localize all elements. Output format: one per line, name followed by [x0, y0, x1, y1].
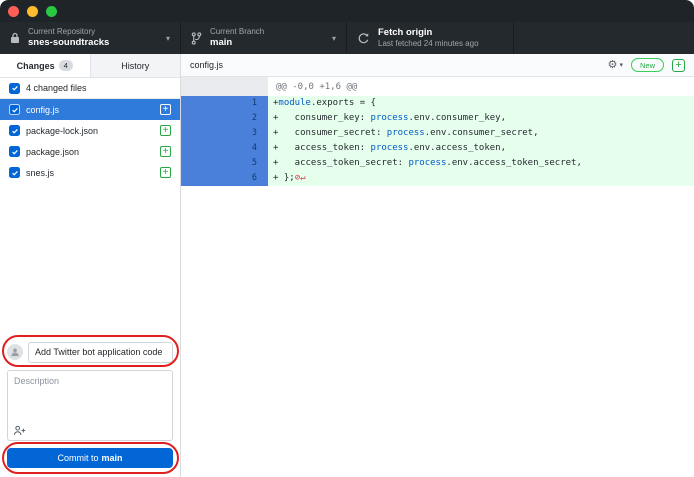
current-branch-dropdown[interactable]: Current Branch main ▾ — [181, 22, 347, 54]
chevron-down-icon: ▾ — [166, 34, 170, 43]
changes-count-badge: 4 — [59, 60, 73, 71]
hunk-header-row: @@ -0,0 +1,6 @@ — [181, 77, 694, 96]
select-all-files-checkbox[interactable] — [9, 83, 20, 94]
commit-summary-row — [7, 341, 173, 363]
file-row-package-json[interactable]: package.json + — [0, 141, 180, 162]
no-newline-icon: ⊘↵ — [295, 173, 306, 183]
titlebar — [0, 0, 694, 22]
zoom-window-button[interactable] — [46, 6, 57, 17]
repository-name: snes-soundtracks — [28, 37, 109, 49]
diff-panel: config.js ⚙ ▾ New + @@ -0,0 +1,6 @@ 1 +m… — [181, 54, 694, 477]
diff-line-6[interactable]: 6 + };⊘↵ — [181, 171, 694, 186]
diff-file-title: config.js — [190, 60, 223, 70]
changed-files-header: 4 changed files — [0, 78, 180, 99]
diff-line-4[interactable]: 4 + access_token: process.env.access_tok… — [181, 141, 694, 156]
line-code: + access_token: process.env.access_token… — [268, 141, 694, 156]
add-coauthor-icon[interactable] — [13, 423, 26, 440]
tab-changes[interactable]: Changes 4 — [0, 54, 90, 77]
added-file-status-icon: + — [160, 146, 171, 157]
repository-label: Current Repository — [28, 27, 109, 37]
commit-description-input[interactable] — [8, 371, 172, 424]
changes-sidebar: Changes 4 History 4 changed files config… — [0, 54, 181, 477]
diff-header: config.js ⚙ ▾ New + — [181, 54, 694, 77]
github-desktop-window: Current Repository snes-soundtracks ▾ Cu… — [0, 0, 694, 477]
branch-label: Current Branch — [210, 27, 264, 37]
lock-icon — [10, 32, 20, 44]
diff-line-5[interactable]: 5 + access_token_secret: process.env.acc… — [181, 156, 694, 171]
line-code: + access_token_secret: process.env.acces… — [268, 156, 694, 171]
tab-changes-label: Changes — [17, 61, 55, 71]
line-number[interactable]: 3 — [181, 126, 268, 141]
diff-line-2[interactable]: 2 + consumer_key: process.env.consumer_k… — [181, 111, 694, 126]
tab-history[interactable]: History — [90, 54, 181, 77]
git-branch-icon — [191, 32, 202, 45]
fetch-title: Fetch origin — [378, 27, 479, 39]
added-file-status-icon: + — [160, 167, 171, 178]
line-number[interactable]: 5 — [181, 156, 268, 171]
commit-summary-input[interactable] — [28, 342, 173, 363]
file-name: package.json — [26, 147, 154, 157]
chevron-down-icon: ▾ — [332, 34, 336, 43]
file-list-empty-space — [0, 183, 180, 337]
diff-line-3[interactable]: 3 + consumer_secret: process.env.consume… — [181, 126, 694, 141]
minimize-window-button[interactable] — [27, 6, 38, 17]
chevron-down-icon: ▾ — [619, 62, 623, 69]
line-number[interactable]: 4 — [181, 141, 268, 156]
file-row-config-js[interactable]: config.js + — [0, 99, 180, 120]
diff-options-button[interactable]: ⚙ ▾ — [608, 60, 623, 71]
commit-form: Commit to main — [0, 337, 180, 477]
close-window-button[interactable] — [8, 6, 19, 17]
diff-view: @@ -0,0 +1,6 @@ 1 +module.exports = { 2 … — [181, 77, 694, 477]
sidebar-tabs: Changes 4 History — [0, 54, 180, 78]
gear-icon: ⚙ — [608, 60, 618, 71]
file-name: snes.js — [26, 168, 154, 178]
file-row-package-lock-json[interactable]: package-lock.json + — [0, 120, 180, 141]
include-file-checkbox[interactable] — [9, 104, 20, 115]
current-repository-dropdown[interactable]: Current Repository snes-soundtracks ▾ — [0, 22, 181, 54]
diff-line-1[interactable]: 1 +module.exports = { — [181, 96, 694, 111]
changed-files-count-label: 4 changed files — [26, 83, 87, 93]
toolbar: Current Repository snes-soundtracks ▾ Cu… — [0, 22, 694, 54]
expand-diff-button[interactable]: + — [672, 59, 685, 72]
line-code: +module.exports = { — [268, 96, 694, 111]
line-code: + consumer_key: process.env.consumer_key… — [268, 111, 694, 126]
fetch-subtitle: Last fetched 24 minutes ago — [378, 39, 479, 49]
fetch-origin-button[interactable]: Fetch origin Last fetched 24 minutes ago — [347, 22, 514, 54]
include-file-checkbox[interactable] — [9, 146, 20, 157]
include-file-checkbox[interactable] — [9, 125, 20, 136]
line-code: + };⊘↵ — [268, 171, 694, 186]
sync-icon — [357, 32, 370, 45]
file-name: package-lock.json — [26, 126, 154, 136]
added-file-status-icon: + — [160, 125, 171, 136]
avatar — [7, 344, 23, 360]
file-row-snes-js[interactable]: snes.js + — [0, 162, 180, 183]
commit-description-box — [7, 370, 173, 441]
commit-button[interactable]: Commit to main — [7, 448, 173, 468]
line-number[interactable]: 1 — [181, 96, 268, 111]
file-name: config.js — [26, 105, 154, 115]
new-file-badge: New — [631, 58, 664, 72]
branch-name: main — [210, 37, 264, 49]
coauthor-row — [8, 424, 172, 440]
hunk-header-text: @@ -0,0 +1,6 @@ — [268, 82, 357, 92]
include-file-checkbox[interactable] — [9, 167, 20, 178]
line-number[interactable]: 6 — [181, 171, 268, 186]
commit-button-branch: main — [102, 453, 123, 463]
line-code: + consumer_secret: process.env.consumer_… — [268, 126, 694, 141]
line-number[interactable]: 2 — [181, 111, 268, 126]
window-content: Changes 4 History 4 changed files config… — [0, 54, 694, 477]
commit-button-prefix: Commit to — [57, 453, 98, 463]
tab-history-label: History — [121, 61, 149, 71]
hunk-gutter — [181, 77, 268, 96]
added-file-status-icon: + — [160, 104, 171, 115]
toolbar-empty-space — [514, 22, 694, 54]
